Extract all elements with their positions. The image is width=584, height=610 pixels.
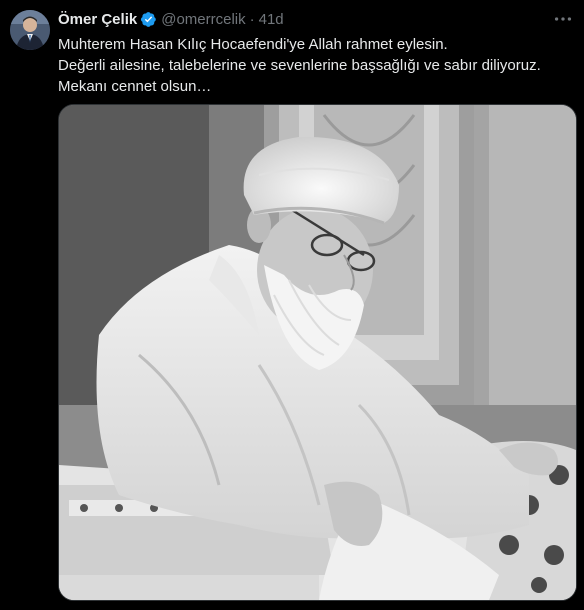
tweet-text-line: Muhterem Hasan Kılıç Hocaefendi'ye Allah… [58, 36, 448, 53]
separator-dot: · [249, 10, 255, 28]
tweet-text-line: Değerli ailesine, talebelerine ve sevenl… [58, 57, 541, 74]
tweet-text: Muhterem Hasan Kılıç Hocaefendi'ye Allah… [58, 34, 578, 97]
author-avatar[interactable] [10, 10, 50, 50]
author-name[interactable]: Ömer Çelik [58, 11, 137, 28]
tweet-card[interactable]: Ömer Çelik @omerrcelik · 41d Muhterem Ha… [0, 0, 584, 610]
photo-image [59, 105, 576, 600]
more-options-icon[interactable] [552, 8, 574, 30]
tweet-header: Ömer Çelik @omerrcelik · 41d [58, 8, 578, 30]
verified-badge-icon [141, 11, 156, 27]
tweet-media-photo[interactable] [58, 104, 577, 601]
tweet-text-line: Mekanı cennet olsun… [58, 78, 212, 95]
author-handle[interactable]: @omerrcelik [161, 11, 245, 28]
avatar-image [10, 10, 50, 50]
tweet-content: Ömer Çelik @omerrcelik · 41d Muhterem Ha… [58, 8, 578, 97]
tweet-timestamp[interactable]: 41d [259, 11, 284, 28]
